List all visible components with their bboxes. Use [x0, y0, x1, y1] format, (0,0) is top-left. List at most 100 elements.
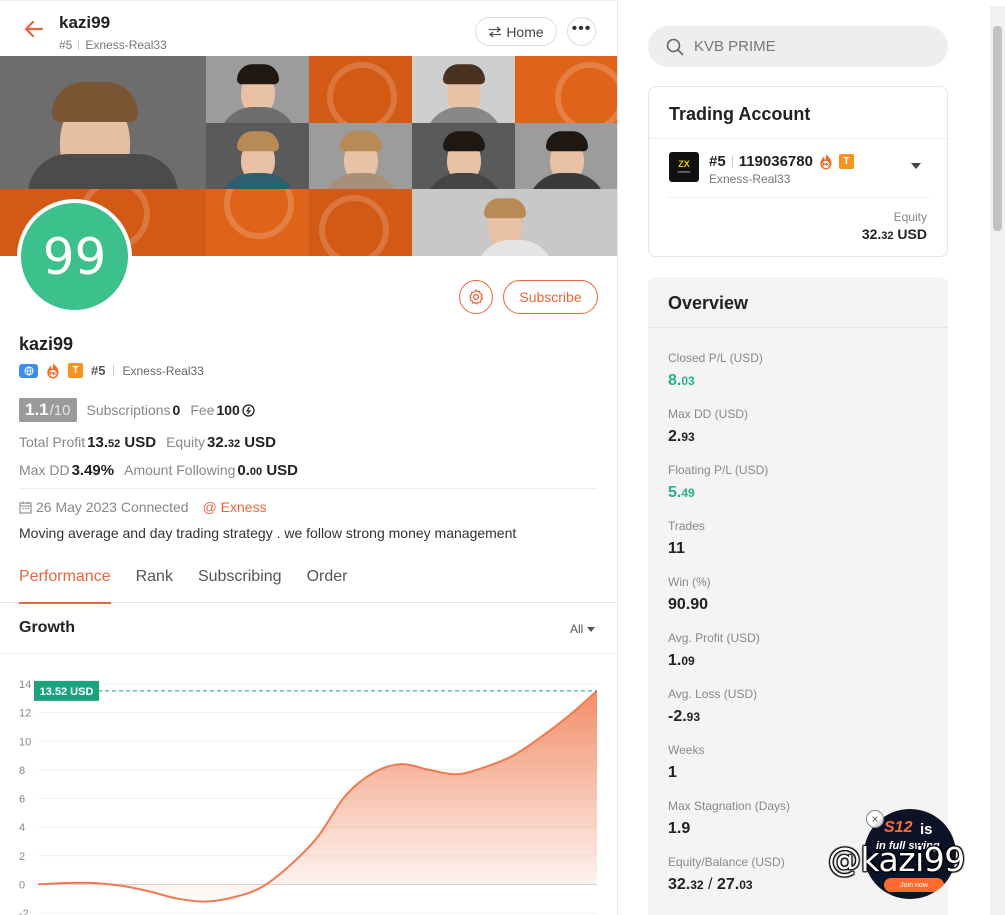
- banner-photo: [0, 56, 206, 190]
- equity-value: 32.32 USD: [861, 226, 927, 242]
- scrollbar[interactable]: [990, 6, 1005, 915]
- overview-item-label: Floating P/L (USD): [668, 463, 769, 477]
- profit-row: Total Profit 13.52 USD Equity 32.32 USD: [19, 434, 286, 451]
- overview-item-label: Max DD (USD): [668, 407, 748, 421]
- banner-photo: [206, 56, 309, 123]
- banner-photo: [206, 122, 309, 190]
- connected-date: 26 May 2023 Connected: [36, 499, 189, 515]
- y-tick-label: 10: [19, 736, 31, 748]
- tab-subscribing[interactable]: Subscribing: [198, 562, 282, 603]
- subscribe-button[interactable]: Subscribe: [503, 280, 598, 314]
- home-button[interactable]: Home: [475, 17, 557, 46]
- banner-photo: [309, 122, 412, 190]
- caret-down-icon: [587, 626, 596, 632]
- equity-label: Equity: [893, 210, 927, 224]
- fire-icon-text: PK: [823, 162, 830, 167]
- equity-label: Equity: [166, 434, 206, 450]
- divider: [648, 327, 948, 328]
- growth-area: [38, 690, 597, 902]
- overview-item-label: Equity/Balance (USD): [668, 855, 785, 869]
- tab-performance[interactable]: Performance: [19, 562, 111, 604]
- search-input[interactable]: [694, 38, 934, 55]
- back-arrow-icon[interactable]: [22, 17, 46, 41]
- account-selector[interactable]: #5 119036780 PK T: [709, 153, 854, 170]
- broker-logo-mark: ZX: [678, 159, 690, 169]
- trading-account-card: Trading Account ZX exness #5 119036780 P…: [648, 86, 948, 257]
- banner-pattern: [309, 56, 412, 123]
- score-badge: 1.1/10: [19, 398, 77, 422]
- divider: [649, 138, 947, 139]
- overview-item: Trades 11: [668, 519, 705, 558]
- profile-server: Exness-Real33: [122, 363, 204, 378]
- y-tick-label: 6: [19, 794, 25, 806]
- overview-item-label: Avg. Profit (USD): [668, 631, 760, 645]
- scrollbar-thumb[interactable]: [993, 26, 1002, 231]
- divider: [113, 365, 115, 376]
- y-tick-label: 4: [19, 822, 25, 834]
- overview-item-value: 8.03: [668, 372, 695, 389]
- y-tick-label: 2: [19, 851, 25, 863]
- overview-item: Win (%) 90.90: [668, 575, 711, 614]
- maxdd-value: 3.49%: [71, 462, 115, 479]
- t-badge: T: [68, 363, 83, 378]
- y-tick-label: 8: [19, 765, 25, 777]
- overview-item-value: 90.90: [668, 596, 709, 613]
- overview-item-value: 1.9: [668, 820, 691, 837]
- tab-rank[interactable]: Rank: [136, 562, 173, 603]
- banner-photo: [412, 122, 515, 190]
- banner-pattern: [206, 189, 309, 256]
- home-button-label: Home: [506, 23, 544, 40]
- promo-join-button[interactable]: Join now: [884, 878, 944, 892]
- y-tick-label: -2: [19, 908, 29, 915]
- overview-item-label: Max Stagnation (Days): [668, 799, 791, 813]
- subscriptions-value: 0: [172, 402, 181, 418]
- profile-avatar: 99: [17, 199, 132, 314]
- gear-icon: [469, 289, 484, 305]
- range-select[interactable]: All: [570, 622, 596, 636]
- growth-title: Growth: [19, 619, 75, 636]
- overview-item-value: -2.93: [668, 708, 701, 725]
- account-title: kazi99: [59, 13, 111, 32]
- fire-icon: PK: [820, 153, 832, 170]
- range-select-value: All: [570, 622, 584, 636]
- overview-item-equity-balance: Equity/Balance (USD) 32.32 / 27.03: [668, 855, 785, 894]
- overview-item: Avg. Profit (USD) 1.09: [668, 631, 760, 670]
- settings-button[interactable]: [459, 280, 493, 314]
- tab-order[interactable]: Order: [307, 562, 348, 603]
- main-column: kazi99 #5 Exness-Real33 Home ••• 99 Subs…: [0, 0, 618, 915]
- broker-logo: ZX exness: [669, 152, 699, 182]
- overview-item-value: 32.32 / 27.03: [668, 876, 753, 893]
- banner-pattern: [515, 56, 617, 123]
- coin-icon: [242, 403, 255, 417]
- account-number: 119036780: [738, 153, 813, 170]
- profile-tabs: Performance Rank Subscribing Order: [0, 562, 617, 604]
- drawdown-row: Max DD 3.49% Amount Following 0.00 USD: [19, 462, 308, 479]
- banner-pattern: [309, 189, 412, 256]
- current-value-label: 13.52 USD: [40, 686, 94, 698]
- caret-down-icon[interactable]: [911, 163, 921, 169]
- banner-photo: [515, 122, 617, 190]
- close-icon[interactable]: ×: [866, 810, 884, 828]
- watermark-text: @kazi99: [828, 840, 965, 879]
- more-options-button[interactable]: •••: [567, 17, 596, 46]
- account-server: Exness-Real33: [709, 172, 791, 186]
- divider: [19, 488, 597, 489]
- y-tick-label: 0: [19, 879, 25, 891]
- total-profit-label: Total Profit: [19, 434, 86, 450]
- overview-item: Floating P/L (USD) 5.49: [668, 463, 768, 502]
- growth-chart: 14 12 10 8 6 4 2 0 -2 13.52 USD: [19, 679, 598, 915]
- search-box[interactable]: [648, 26, 948, 67]
- divider: [0, 653, 617, 654]
- strategy-description: Moving average and day trading strategy …: [19, 525, 517, 541]
- divider: [669, 197, 929, 198]
- account-rank: #5: [709, 153, 726, 170]
- overview-item: Max Stagnation (Days) 1.9: [668, 799, 790, 838]
- overview-item-value: 2.93: [668, 428, 695, 445]
- broker-link[interactable]: @ Exness: [203, 499, 267, 515]
- y-tick-label: 14: [19, 679, 31, 691]
- overview-item: Avg. Loss (USD) -2.93: [668, 687, 757, 726]
- total-profit-value: 13.52 USD: [87, 434, 157, 451]
- overview-item-label: Weeks: [668, 743, 705, 757]
- promo-s12: S12: [884, 819, 913, 836]
- fee-value: 100: [216, 402, 240, 418]
